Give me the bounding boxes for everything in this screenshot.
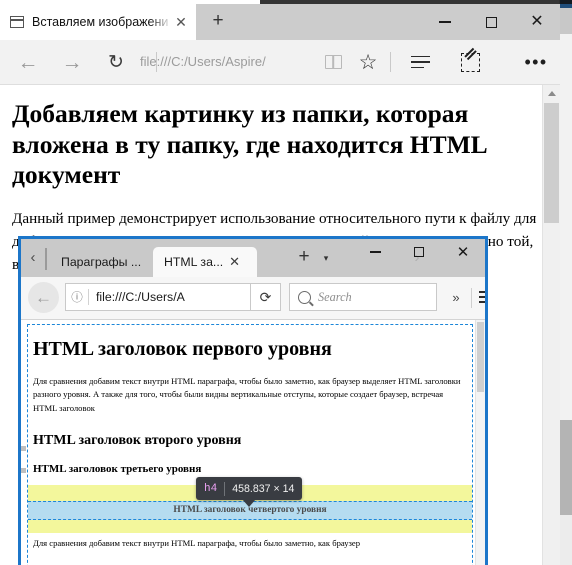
- maximize-icon[interactable]: [468, 4, 514, 40]
- toolbar-divider-2: [390, 52, 391, 72]
- firefox-tabbar: ‹ Параграфы ... HTML за... ✕ › + ▾ ✕: [21, 239, 485, 277]
- scrollbar-up-arrow-icon[interactable]: [543, 85, 560, 102]
- edge-nub-1: [21, 446, 26, 451]
- address-bar[interactable]: ⓘ file:///C:/Users/A: [65, 283, 251, 311]
- back-button[interactable]: ←: [6, 40, 50, 84]
- hub-icon[interactable]: [398, 40, 442, 84]
- edge-new-tab-button[interactable]: +: [196, 4, 240, 40]
- firefox-page-scrollbar[interactable]: [475, 320, 485, 565]
- close-icon[interactable]: ✕: [229, 254, 240, 270]
- firefox-tab-paragraphs[interactable]: Параграфы ...: [51, 247, 153, 277]
- page-icon: [10, 16, 24, 28]
- tooltip-pointer: [242, 499, 257, 507]
- identity-info-icon[interactable]: ⓘ: [66, 289, 88, 305]
- tooltip-box: h4 458.837 × 14: [196, 477, 303, 500]
- web-note-icon[interactable]: [448, 40, 492, 84]
- tooltip-divider: [224, 481, 226, 496]
- edge-tab-label: Вставляем изображени: [32, 15, 169, 29]
- firefox-new-tab-button[interactable]: +: [293, 239, 315, 277]
- forward-button[interactable]: →: [50, 40, 94, 84]
- devtools-element-tooltip: h4 458.837 × 14: [196, 477, 303, 507]
- firefox-browser-window: ‹ Параграфы ... HTML за... ✕ › + ▾ ✕ ← ⓘ: [18, 236, 488, 565]
- search-placeholder: Search: [318, 289, 352, 304]
- reload-button[interactable]: ⟳: [251, 283, 281, 311]
- background-window-sliver: [559, 0, 572, 565]
- navbar-divider: [471, 288, 472, 308]
- close-icon[interactable]: ✕: [172, 4, 190, 40]
- refresh-button[interactable]: ↻: [94, 40, 138, 84]
- scrollbar-thumb[interactable]: [544, 103, 559, 223]
- hamburger-icon[interactable]: [473, 283, 485, 311]
- screenshot-root: Вставляем изображени ✕ + ✕ ← → ↻ file://…: [0, 0, 572, 565]
- address-bar[interactable]: file:///C:/Users/Aspire/: [140, 40, 266, 84]
- tooltip-tag-name: h4: [204, 482, 218, 495]
- book-icon[interactable]: [316, 40, 350, 84]
- tab-label: Параграфы ...: [61, 255, 142, 269]
- firefox-tab-html-headings[interactable]: HTML за... ✕: [153, 247, 257, 277]
- search-input[interactable]: Search: [289, 283, 437, 311]
- bg-sliver-content-upper: [560, 34, 572, 420]
- minimize-icon[interactable]: [353, 239, 397, 265]
- firefox-window-controls: ✕: [353, 239, 485, 265]
- edge-window-controls: ✕: [422, 4, 560, 40]
- search-icon: [298, 290, 311, 304]
- more-icon[interactable]: •••: [516, 40, 556, 84]
- favorite-star-icon[interactable]: ☆: [350, 40, 386, 84]
- tab-label: HTML за...: [164, 255, 224, 269]
- tab-scroll-left-icon[interactable]: ‹: [23, 239, 43, 277]
- chevron-down-icon[interactable]: ▾: [317, 239, 335, 277]
- bg-sliver-scroll-thumb: [560, 420, 572, 515]
- page-scrollbar[interactable]: [542, 85, 560, 565]
- page-title: Добавляем картинку из папки, которая вло…: [12, 99, 487, 190]
- edge-nub-2: [21, 468, 26, 473]
- maximize-icon[interactable]: [397, 239, 441, 265]
- edge-tab[interactable]: Вставляем изображени ✕: [0, 4, 196, 40]
- url-text: file:///C:/Users/A: [96, 290, 185, 304]
- edge-toolbar: ← → ↻ file:///C:/Users/Aspire/ ☆ •••: [0, 40, 560, 85]
- scrollbar-thumb[interactable]: [477, 322, 484, 392]
- tooltip-dimensions: 458.837 × 14: [232, 482, 295, 495]
- edge-titlebar: Вставляем изображени ✕ + ✕: [0, 4, 560, 40]
- back-button[interactable]: ←: [28, 282, 59, 313]
- bg-sliver-toolbar: [560, 8, 572, 34]
- firefox-navbar: ← ⓘ file:///C:/Users/A ⟳ Search »: [21, 277, 485, 320]
- overflow-menu-button[interactable]: »: [443, 283, 469, 311]
- minimize-icon[interactable]: [422, 4, 468, 40]
- close-icon[interactable]: ✕: [514, 4, 560, 40]
- close-icon[interactable]: ✕: [441, 239, 485, 265]
- bg-sliver-content-lower: [560, 515, 572, 565]
- tabbar-divider: [45, 248, 47, 270]
- firefox-page-content: HTML заголовок первого уровня Для сравне…: [21, 320, 485, 565]
